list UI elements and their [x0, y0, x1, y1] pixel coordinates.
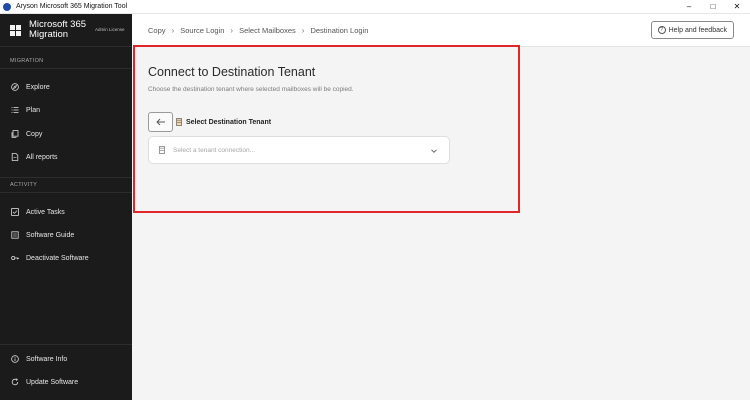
- tenant-label-row: Select Destination Tenant: [176, 118, 271, 126]
- copy-icon: [11, 130, 19, 138]
- section-label-activity: ACTIVITY: [10, 182, 38, 188]
- section-label-migration: MIGRATION: [10, 58, 44, 64]
- license-label: Admin License: [95, 27, 125, 32]
- window-title: Aryson Microsoft 365 Migration Tool: [16, 3, 128, 10]
- divider: [0, 177, 132, 178]
- sidebar-item-label: Explore: [26, 83, 50, 91]
- info-icon: [11, 355, 19, 363]
- sidebar-item-software-info[interactable]: Software Info: [0, 350, 132, 368]
- chevron-right-icon: ›: [301, 25, 305, 35]
- sidebar-item-copy[interactable]: Copy: [0, 125, 132, 143]
- breadcrumb-item-copy[interactable]: Copy: [148, 26, 166, 35]
- compass-icon: [11, 83, 19, 91]
- sidebar-item-update-software[interactable]: Update Software: [0, 373, 132, 391]
- app-grid-icon: [10, 24, 21, 36]
- divider: [0, 344, 132, 345]
- minimize-button[interactable]: –: [684, 2, 694, 11]
- tenant-select[interactable]: Select a tenant connection...: [148, 136, 450, 164]
- key-icon: [11, 254, 19, 262]
- sidebar: Microsoft 365 Migration Admin License MI…: [0, 14, 132, 400]
- report-icon: [11, 153, 19, 161]
- sidebar-item-label: Software Guide: [26, 231, 75, 239]
- sidebar-item-software-guide[interactable]: Software Guide: [0, 226, 132, 244]
- tenant-select-placeholder: Select a tenant connection...: [173, 146, 256, 154]
- sidebar-item-label: Software Info: [26, 355, 68, 363]
- chevron-right-icon: ›: [230, 25, 234, 35]
- question-icon: ?: [657, 26, 666, 34]
- page-title: Connect to Destination Tenant: [148, 65, 316, 79]
- close-button[interactable]: ✕: [732, 2, 742, 11]
- maximize-button[interactable]: □: [708, 2, 718, 11]
- window-controls: – □ ✕: [684, 2, 750, 11]
- divider: [0, 192, 132, 193]
- breadcrumb-item-destination-login: Destination Login: [310, 25, 369, 35]
- divider: [0, 68, 132, 69]
- list-icon: [11, 106, 19, 114]
- building-icon: [176, 118, 182, 126]
- tasks-icon: [11, 208, 19, 216]
- sidebar-item-deactivate-software[interactable]: Deactivate Software: [0, 249, 132, 267]
- sidebar-item-explore[interactable]: Explore: [0, 78, 132, 96]
- sidebar-item-label: All reports: [26, 153, 58, 161]
- update-icon: [11, 378, 19, 386]
- chevron-down-icon: [431, 149, 437, 153]
- arrow-left-icon: [155, 118, 165, 126]
- chevron-right-icon: ›: [171, 25, 175, 35]
- window-titlebar: Aryson Microsoft 365 Migration Tool – □ …: [0, 0, 750, 14]
- sidebar-item-label: Copy: [26, 130, 43, 138]
- top-bar: Copy › Source Login › Select Mailboxes ›…: [132, 14, 750, 47]
- sidebar-item-active-tasks[interactable]: Active Tasks: [0, 203, 132, 221]
- sidebar-item-label: Deactivate Software: [26, 254, 89, 262]
- brand: Microsoft 365 Migration Admin License: [0, 14, 132, 47]
- back-button[interactable]: [148, 112, 173, 132]
- page-subtitle: Choose the destination tenant where sele…: [148, 86, 354, 93]
- sidebar-item-label: Plan: [26, 106, 41, 114]
- breadcrumb-item-select-mailboxes[interactable]: Select Mailboxes: [239, 26, 296, 35]
- app-logo-icon: [3, 2, 11, 11]
- breadcrumb-item-source-login[interactable]: Source Login: [180, 26, 224, 35]
- app-name: Microsoft 365 Migration: [29, 19, 87, 40]
- sidebar-item-all-reports[interactable]: All reports: [0, 148, 132, 166]
- main-content: Copy › Source Login › Select Mailboxes ›…: [132, 14, 750, 400]
- select-tenant-label: Select Destination Tenant: [186, 118, 272, 126]
- help-and-feedback-button[interactable]: ? Help and feedback: [650, 21, 734, 39]
- help-button-label: Help and feedback: [668, 26, 727, 34]
- breadcrumb: Copy › Source Login › Select Mailboxes ›…: [148, 26, 368, 35]
- sidebar-item-label: Update Software: [26, 378, 79, 386]
- guide-icon: [11, 231, 19, 239]
- building-icon: [159, 146, 165, 154]
- sidebar-item-plan[interactable]: Plan: [0, 101, 132, 119]
- sidebar-item-label: Active Tasks: [26, 208, 65, 216]
